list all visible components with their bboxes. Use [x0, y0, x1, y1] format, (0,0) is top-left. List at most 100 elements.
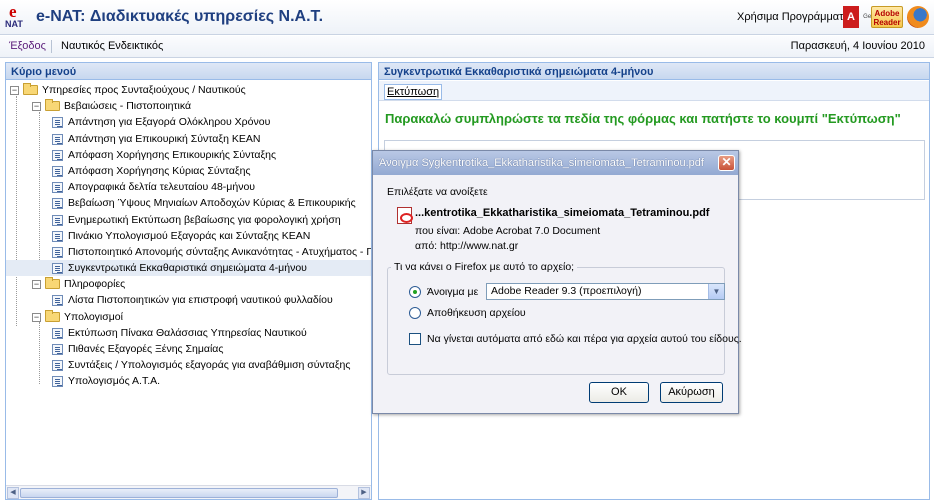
- tree-horizontal-scrollbar[interactable]: ◀ ▶: [6, 485, 371, 499]
- tree-folder[interactable]: − Υπολογισμοί: [6, 309, 371, 325]
- collapse-toggle-icon[interactable]: −: [32, 280, 41, 290]
- collapse-toggle-icon[interactable]: −: [10, 86, 19, 95]
- form-instruction: Παρακαλώ συμπληρώστε τα πεδία της φόρμας…: [385, 111, 901, 126]
- enat-logo[interactable]: e NAT: [5, 2, 29, 31]
- tree-item[interactable]: Απάντηση για Εξαγορά Ολόκληρου Χρόνου: [6, 114, 371, 130]
- document-icon: [52, 230, 63, 242]
- tree-item[interactable]: Απάντηση για Επικουρική Σύνταξη ΚΕΑΝ: [6, 131, 371, 147]
- tree-label: Υπολογισμός Α.Τ.Α.: [68, 375, 161, 388]
- content-title: Συγκεντρωτικά Εκκαθαριστικά σημειώματα 4…: [379, 63, 929, 80]
- firefox-icon[interactable]: [907, 6, 929, 28]
- ok-button[interactable]: OK: [589, 382, 649, 403]
- main-menu-panel: Κύριο μενού − Υπηρεσίες προς Συνταξιούχου…: [5, 62, 372, 500]
- auto-action-label[interactable]: Να γίνεται αυτόματα από εδώ και πέρα για…: [427, 333, 742, 345]
- action-question: Τι να κάνει ο Firefox με αυτό το αρχείο;: [391, 261, 578, 273]
- close-icon[interactable]: ✕: [718, 155, 735, 171]
- collapse-toggle-icon[interactable]: −: [32, 102, 41, 112]
- application-select-value: Adobe Reader 9.3 (προεπιλογή): [491, 285, 642, 297]
- document-icon: [52, 182, 63, 194]
- tree-item[interactable]: Πιθανές Εξαγορές Ξένης Σημαίας: [6, 341, 371, 357]
- folder-icon: [45, 99, 60, 112]
- tree-folder[interactable]: − Πληροφορίες: [6, 276, 371, 292]
- save-file-radio[interactable]: [409, 307, 421, 319]
- tree-label: Απόφαση Χορήγησης Κύριας Σύνταξης: [68, 164, 251, 177]
- logo-nat: NAT: [5, 19, 23, 29]
- tree-item[interactable]: Υπολογισμός Α.Τ.Α.: [6, 373, 371, 389]
- open-with-radio[interactable]: [409, 286, 421, 298]
- file-source-value: http://www.nat.gr: [440, 240, 519, 252]
- nav-bar: Έξοδος Ναυτικός Ενδεικτικός Παρασκευή, 4…: [0, 36, 934, 58]
- tree-item[interactable]: Βεβαίωση Ύψους Μηνιαίων Αποδοχών Κύριας …: [6, 195, 371, 211]
- app-title: e-NAT: Διαδικτυακές υπηρεσίες Ν.Α.Τ.: [36, 8, 324, 25]
- tree-label: Λίστα Πιστοποιητικών για επιστροφή ναυτι…: [68, 294, 333, 307]
- dialog-title: Άνοιγμα Sygkentrotika_Ekkatharistika_sim…: [373, 151, 738, 175]
- tree-folder[interactable]: − Υπηρεσίες προς Συνταξιούχους / Ναυτικού…: [6, 82, 371, 98]
- tree-label: Πιστοποιητικό Απονομής σύνταξης Ανικανότ…: [68, 245, 372, 258]
- pdf-file-icon: [397, 207, 413, 224]
- document-icon: [52, 198, 63, 210]
- folder-icon: [45, 309, 60, 322]
- menu-tree: − Υπηρεσίες προς Συνταξιούχους / Ναυτικού…: [6, 82, 371, 390]
- document-icon: [52, 149, 63, 161]
- file-type-label: που είναι:: [415, 225, 461, 237]
- tree-label: Βεβαίωση Ύψους Μηνιαίων Αποδοχών Κύριας …: [68, 197, 356, 210]
- tree-label: Πληροφορίες: [64, 278, 126, 291]
- document-icon: [52, 246, 63, 258]
- document-icon: [52, 360, 63, 372]
- document-icon: [52, 133, 63, 145]
- tree-label: Απογραφικά δελτία τελευταίου 48-μήνου: [68, 181, 256, 194]
- collapse-toggle-icon[interactable]: −: [32, 312, 41, 322]
- nav-divider: [51, 40, 52, 53]
- auto-action-checkbox[interactable]: [409, 333, 421, 345]
- tree-label: Υπολογισμοί: [64, 310, 123, 323]
- adobe-reader-link[interactable]: Adobe Reader: [871, 6, 903, 28]
- chevron-down-icon[interactable]: ▼: [708, 284, 724, 299]
- current-date: Παρασκευή, 4 Ιουνίου 2010: [790, 40, 925, 52]
- tree-item[interactable]: Απόφαση Χορήγησης Επικουρικής Σύνταξης: [6, 147, 371, 163]
- folder-icon: [23, 83, 38, 95]
- document-icon: [52, 263, 63, 275]
- document-icon: [52, 344, 63, 355]
- main-menu-title: Κύριο μενού: [6, 63, 371, 80]
- save-file-label[interactable]: Αποθήκευση αρχείου: [427, 307, 526, 319]
- content-toolbar: Εκτύπωση: [379, 81, 929, 101]
- tree-label: Απάντηση για Επικουρική Σύνταξη ΚΕΑΝ: [68, 132, 261, 145]
- cancel-button[interactable]: Ακύρωση: [660, 382, 723, 403]
- adobe-icon[interactable]: A: [843, 6, 859, 28]
- tree-label: Πιθανές Εξαγορές Ξένης Σημαίας: [68, 343, 224, 355]
- application-select[interactable]: Adobe Reader 9.3 (προεπιλογή) ▼: [486, 283, 725, 300]
- tree-item[interactable]: Απόφαση Χορήγησης Κύριας Σύνταξης: [6, 163, 371, 179]
- tree-folder[interactable]: − Βεβαιώσεις - Πιστοποιητικά: [6, 98, 371, 114]
- document-icon: [52, 295, 63, 307]
- tree-item[interactable]: Εκτύπωση Πίνακα Θαλάσσιας Υπηρεσίας Ναυτ…: [6, 325, 371, 341]
- tree-label: Εκτύπωση Πίνακα Θαλάσσιας Υπηρεσίας Ναυτ…: [68, 326, 307, 339]
- tree-label: Συντάξεις / Υπολογισμός εξαγοράς για ανα…: [68, 359, 351, 372]
- scrollbar-thumb[interactable]: [20, 488, 338, 498]
- tree-label: Απόφαση Χορήγησης Επικουρικής Σύνταξης: [68, 148, 277, 161]
- tree-item[interactable]: Πιστοποιητικό Απονομής σύνταξης Ανικανότ…: [6, 244, 371, 260]
- tree-item[interactable]: Συγκεντρωτικά Εκκαθαριστικά σημειώματα 4…: [6, 260, 371, 277]
- file-name: ...kentrotika_Ekkatharistika_simeiomata_…: [415, 207, 710, 219]
- tree-item[interactable]: Συντάξεις / Υπολογισμός εξαγοράς για ανα…: [6, 357, 371, 373]
- document-icon: [52, 327, 63, 339]
- tree-item[interactable]: Ενημερωτική Εκτύπωση βεβαίωσης για φορολ…: [6, 212, 371, 228]
- naftikos-endeiktikos-link[interactable]: Ναυτικός Ενδεικτικός: [61, 40, 163, 52]
- tree-label: Πινάκιο Υπολογισμού Εξαγοράς και Σύνταξη…: [68, 229, 311, 242]
- tree-label: Υπηρεσίες προς Συνταξιούχους / Ναυτικούς: [42, 84, 246, 96]
- scroll-left-icon[interactable]: ◀: [7, 487, 19, 499]
- tree-label: Ενημερωτική Εκτύπωση βεβαίωσης για φορολ…: [68, 213, 341, 226]
- file-source-label: από:: [415, 240, 438, 252]
- tree-item[interactable]: Απογραφικά δελτία τελευταίου 48-μήνου: [6, 179, 371, 195]
- scroll-right-icon[interactable]: ▶: [358, 487, 370, 499]
- folder-icon: [45, 277, 60, 290]
- top-header: e NAT e-NAT: Διαδικτυακές υπηρεσίες Ν.Α.…: [0, 0, 934, 35]
- open-with-label[interactable]: Άνοιγμα με: [427, 286, 478, 298]
- document-icon: [52, 376, 63, 388]
- tree-label: Βεβαιώσεις - Πιστοποιητικά: [64, 100, 192, 113]
- open-file-dialog: Άνοιγμα Sygkentrotika_Ekkatharistika_sim…: [372, 150, 742, 414]
- tree-item[interactable]: Πινάκιο Υπολογισμού Εξαγοράς και Σύνταξη…: [6, 228, 371, 244]
- useful-programs-label: Χρήσιμα Προγράμματα:: [737, 11, 853, 23]
- exit-link[interactable]: Έξοδος: [9, 40, 46, 52]
- print-button[interactable]: Εκτύπωση: [384, 84, 443, 100]
- tree-item[interactable]: Λίστα Πιστοποιητικών για επιστροφή ναυτι…: [6, 292, 371, 308]
